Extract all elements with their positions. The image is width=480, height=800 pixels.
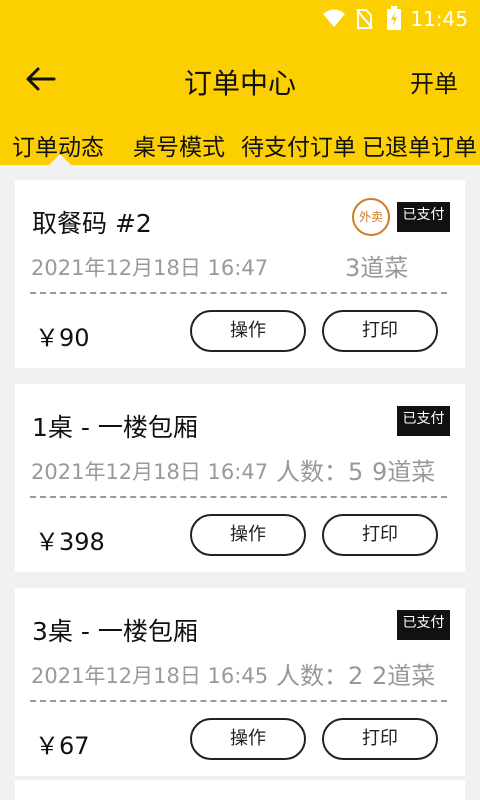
order-card[interactable]: 取餐码 #2 外卖 已支付 2021年12月18日 16:47 3道菜 ￥90 …	[15, 180, 465, 368]
operate-button[interactable]: 操作	[190, 310, 306, 352]
status-time: 11:45	[410, 7, 468, 31]
dish-count: 3道菜	[345, 254, 409, 282]
order-name: 1桌 - 一楼包厢	[32, 413, 198, 442]
no-sim-icon	[356, 9, 373, 29]
order-card[interactable]: 1桌 - 一楼包厢 已支付 2021年12月18日 16:47 人数：5 9道菜…	[15, 384, 465, 572]
paid-badge: 已支付	[397, 406, 450, 436]
people-count: 人数：2	[276, 662, 364, 690]
print-button[interactable]: 打印	[322, 718, 438, 760]
print-button[interactable]: 打印	[322, 514, 438, 556]
dish-count: 9道菜	[372, 458, 436, 486]
operate-button[interactable]: 操作	[190, 718, 306, 760]
paid-badge: 已支付	[397, 202, 450, 232]
order-card[interactable]	[15, 780, 465, 800]
tab-table-mode[interactable]: 桌号模式	[133, 128, 225, 162]
order-name: 3桌 - 一楼包厢	[32, 617, 198, 646]
status-bar: 11:45	[0, 0, 480, 36]
takeout-stamp: 外卖	[352, 198, 390, 236]
operate-button[interactable]: 操作	[190, 514, 306, 556]
tab-bar: 订单动态 桌号模式 待支付订单 已退单订单	[0, 124, 480, 164]
divider	[30, 292, 447, 294]
order-price: ￥67	[35, 732, 90, 760]
open-order-button[interactable]: 开单	[410, 64, 458, 99]
active-tab-indicator	[48, 154, 72, 166]
divider	[30, 700, 447, 702]
tab-refunded[interactable]: 已退单订单	[362, 128, 477, 162]
dish-count: 2道菜	[372, 662, 436, 690]
print-button[interactable]: 打印	[322, 310, 438, 352]
order-datetime: 2021年12月18日 16:47	[31, 460, 269, 484]
order-card[interactable]: 3桌 - 一楼包厢 已支付 2021年12月18日 16:45 人数：2 2道菜…	[15, 588, 465, 776]
people-count: 人数：5	[276, 458, 364, 486]
battery-charging-icon	[387, 6, 401, 30]
tab-pending-payment[interactable]: 待支付订单	[241, 128, 356, 162]
order-name: 取餐码 #2	[32, 209, 152, 238]
order-datetime: 2021年12月18日 16:47	[31, 256, 269, 280]
page-title: 订单中心	[183, 67, 296, 100]
divider	[30, 496, 447, 498]
header: 订单中心 开单	[0, 54, 480, 104]
wifi-icon	[323, 9, 345, 27]
order-price: ￥398	[35, 528, 105, 556]
paid-badge: 已支付	[397, 610, 450, 640]
order-price: ￥90	[35, 324, 90, 352]
order-datetime: 2021年12月18日 16:45	[31, 664, 269, 688]
